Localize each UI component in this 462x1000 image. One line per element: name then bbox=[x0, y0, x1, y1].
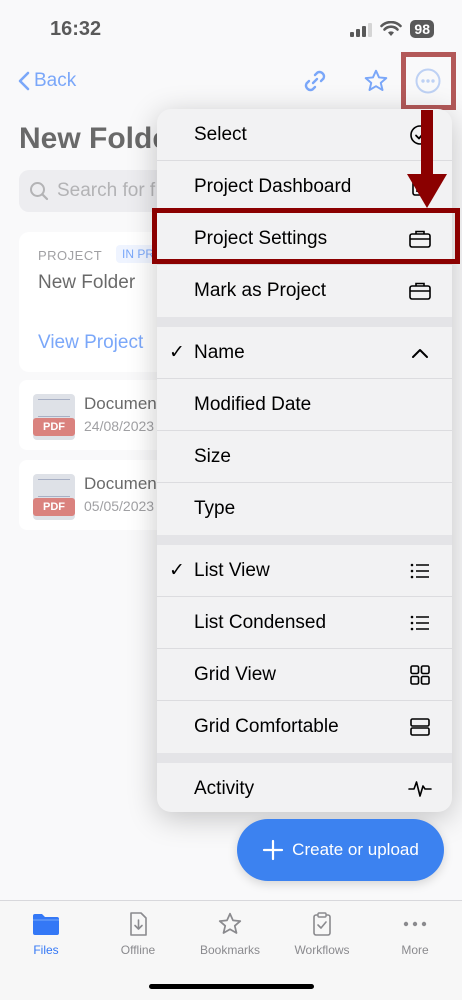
list-icon bbox=[408, 559, 432, 583]
home-indicator bbox=[149, 984, 314, 989]
menu-item-label: Modified Date bbox=[194, 393, 312, 415]
menu-item-label: Name bbox=[194, 341, 245, 363]
star-icon bbox=[218, 912, 242, 934]
tab-label: Workflows bbox=[294, 943, 350, 957]
tab-label: Bookmarks bbox=[199, 943, 261, 957]
menu-item-label: Size bbox=[194, 445, 231, 467]
menu-item-list-view[interactable]: ✓ List View bbox=[157, 545, 452, 597]
menu-item-sort-name[interactable]: ✓ Name bbox=[157, 327, 452, 379]
tab-label: More bbox=[401, 943, 429, 957]
activity-icon bbox=[408, 777, 432, 801]
create-or-upload-button[interactable]: Create or upload bbox=[237, 819, 444, 881]
menu-item-label: Type bbox=[194, 498, 236, 519]
tab-files[interactable]: Files bbox=[0, 911, 92, 957]
menu-item-label: Grid View bbox=[194, 663, 277, 685]
ellipsis-icon bbox=[403, 921, 427, 927]
tab-bookmarks[interactable]: Bookmarks bbox=[184, 911, 276, 957]
tab-more[interactable]: More bbox=[369, 911, 461, 957]
chevron-up-icon bbox=[408, 341, 432, 365]
menu-item-label: Mark as Project bbox=[194, 280, 326, 301]
menu-item-sort-type[interactable]: Type bbox=[157, 483, 452, 535]
menu-item-label: List View bbox=[194, 559, 270, 581]
grid-icon bbox=[408, 663, 432, 687]
menu-item-label: Activity bbox=[194, 778, 255, 799]
annotation-arrow-icon bbox=[407, 110, 447, 208]
menu-item-sort-size[interactable]: Size bbox=[157, 431, 452, 483]
menu-item-grid-view[interactable]: Grid View bbox=[157, 649, 452, 701]
menu-separator bbox=[157, 753, 452, 763]
checkmark-icon: ✓ bbox=[169, 342, 185, 363]
menu-item-label: Grid Comfortable bbox=[194, 716, 339, 737]
list-icon bbox=[408, 611, 432, 635]
app-screen: 16:32 98 Back New Folder Search for f PR… bbox=[0, 0, 462, 1000]
menu-item-list-condensed[interactable]: List Condensed bbox=[157, 597, 452, 649]
menu-separator bbox=[157, 317, 452, 327]
checkmark-icon: ✓ bbox=[169, 560, 185, 581]
folder-icon bbox=[33, 914, 59, 935]
menu-item-label: Project Dashboard bbox=[194, 175, 352, 197]
create-or-upload-label: Create or upload bbox=[292, 840, 419, 859]
menu-item-grid-comfortable[interactable]: Grid Comfortable bbox=[157, 701, 452, 753]
menu-item-label: Select bbox=[194, 123, 247, 145]
menu-item-mark-as-project[interactable]: Mark as Project bbox=[157, 265, 452, 317]
menu-item-sort-modified-date[interactable]: Modified Date bbox=[157, 379, 452, 431]
menu-separator bbox=[157, 535, 452, 545]
plus-icon bbox=[263, 839, 284, 861]
tab-label: Files bbox=[33, 943, 59, 957]
annotation-highlight-project-settings bbox=[152, 208, 460, 264]
download-doc-icon bbox=[130, 912, 147, 936]
tab-label: Offline bbox=[120, 943, 156, 957]
tab-workflows[interactable]: Workflows bbox=[276, 911, 368, 957]
briefcase-icon bbox=[408, 279, 432, 303]
tab-offline[interactable]: Offline bbox=[92, 911, 184, 957]
menu-item-label: List Condensed bbox=[194, 611, 327, 633]
clipboard-icon bbox=[313, 912, 331, 936]
menu-item-activity[interactable]: Activity bbox=[157, 763, 452, 812]
rows-icon bbox=[408, 715, 432, 739]
